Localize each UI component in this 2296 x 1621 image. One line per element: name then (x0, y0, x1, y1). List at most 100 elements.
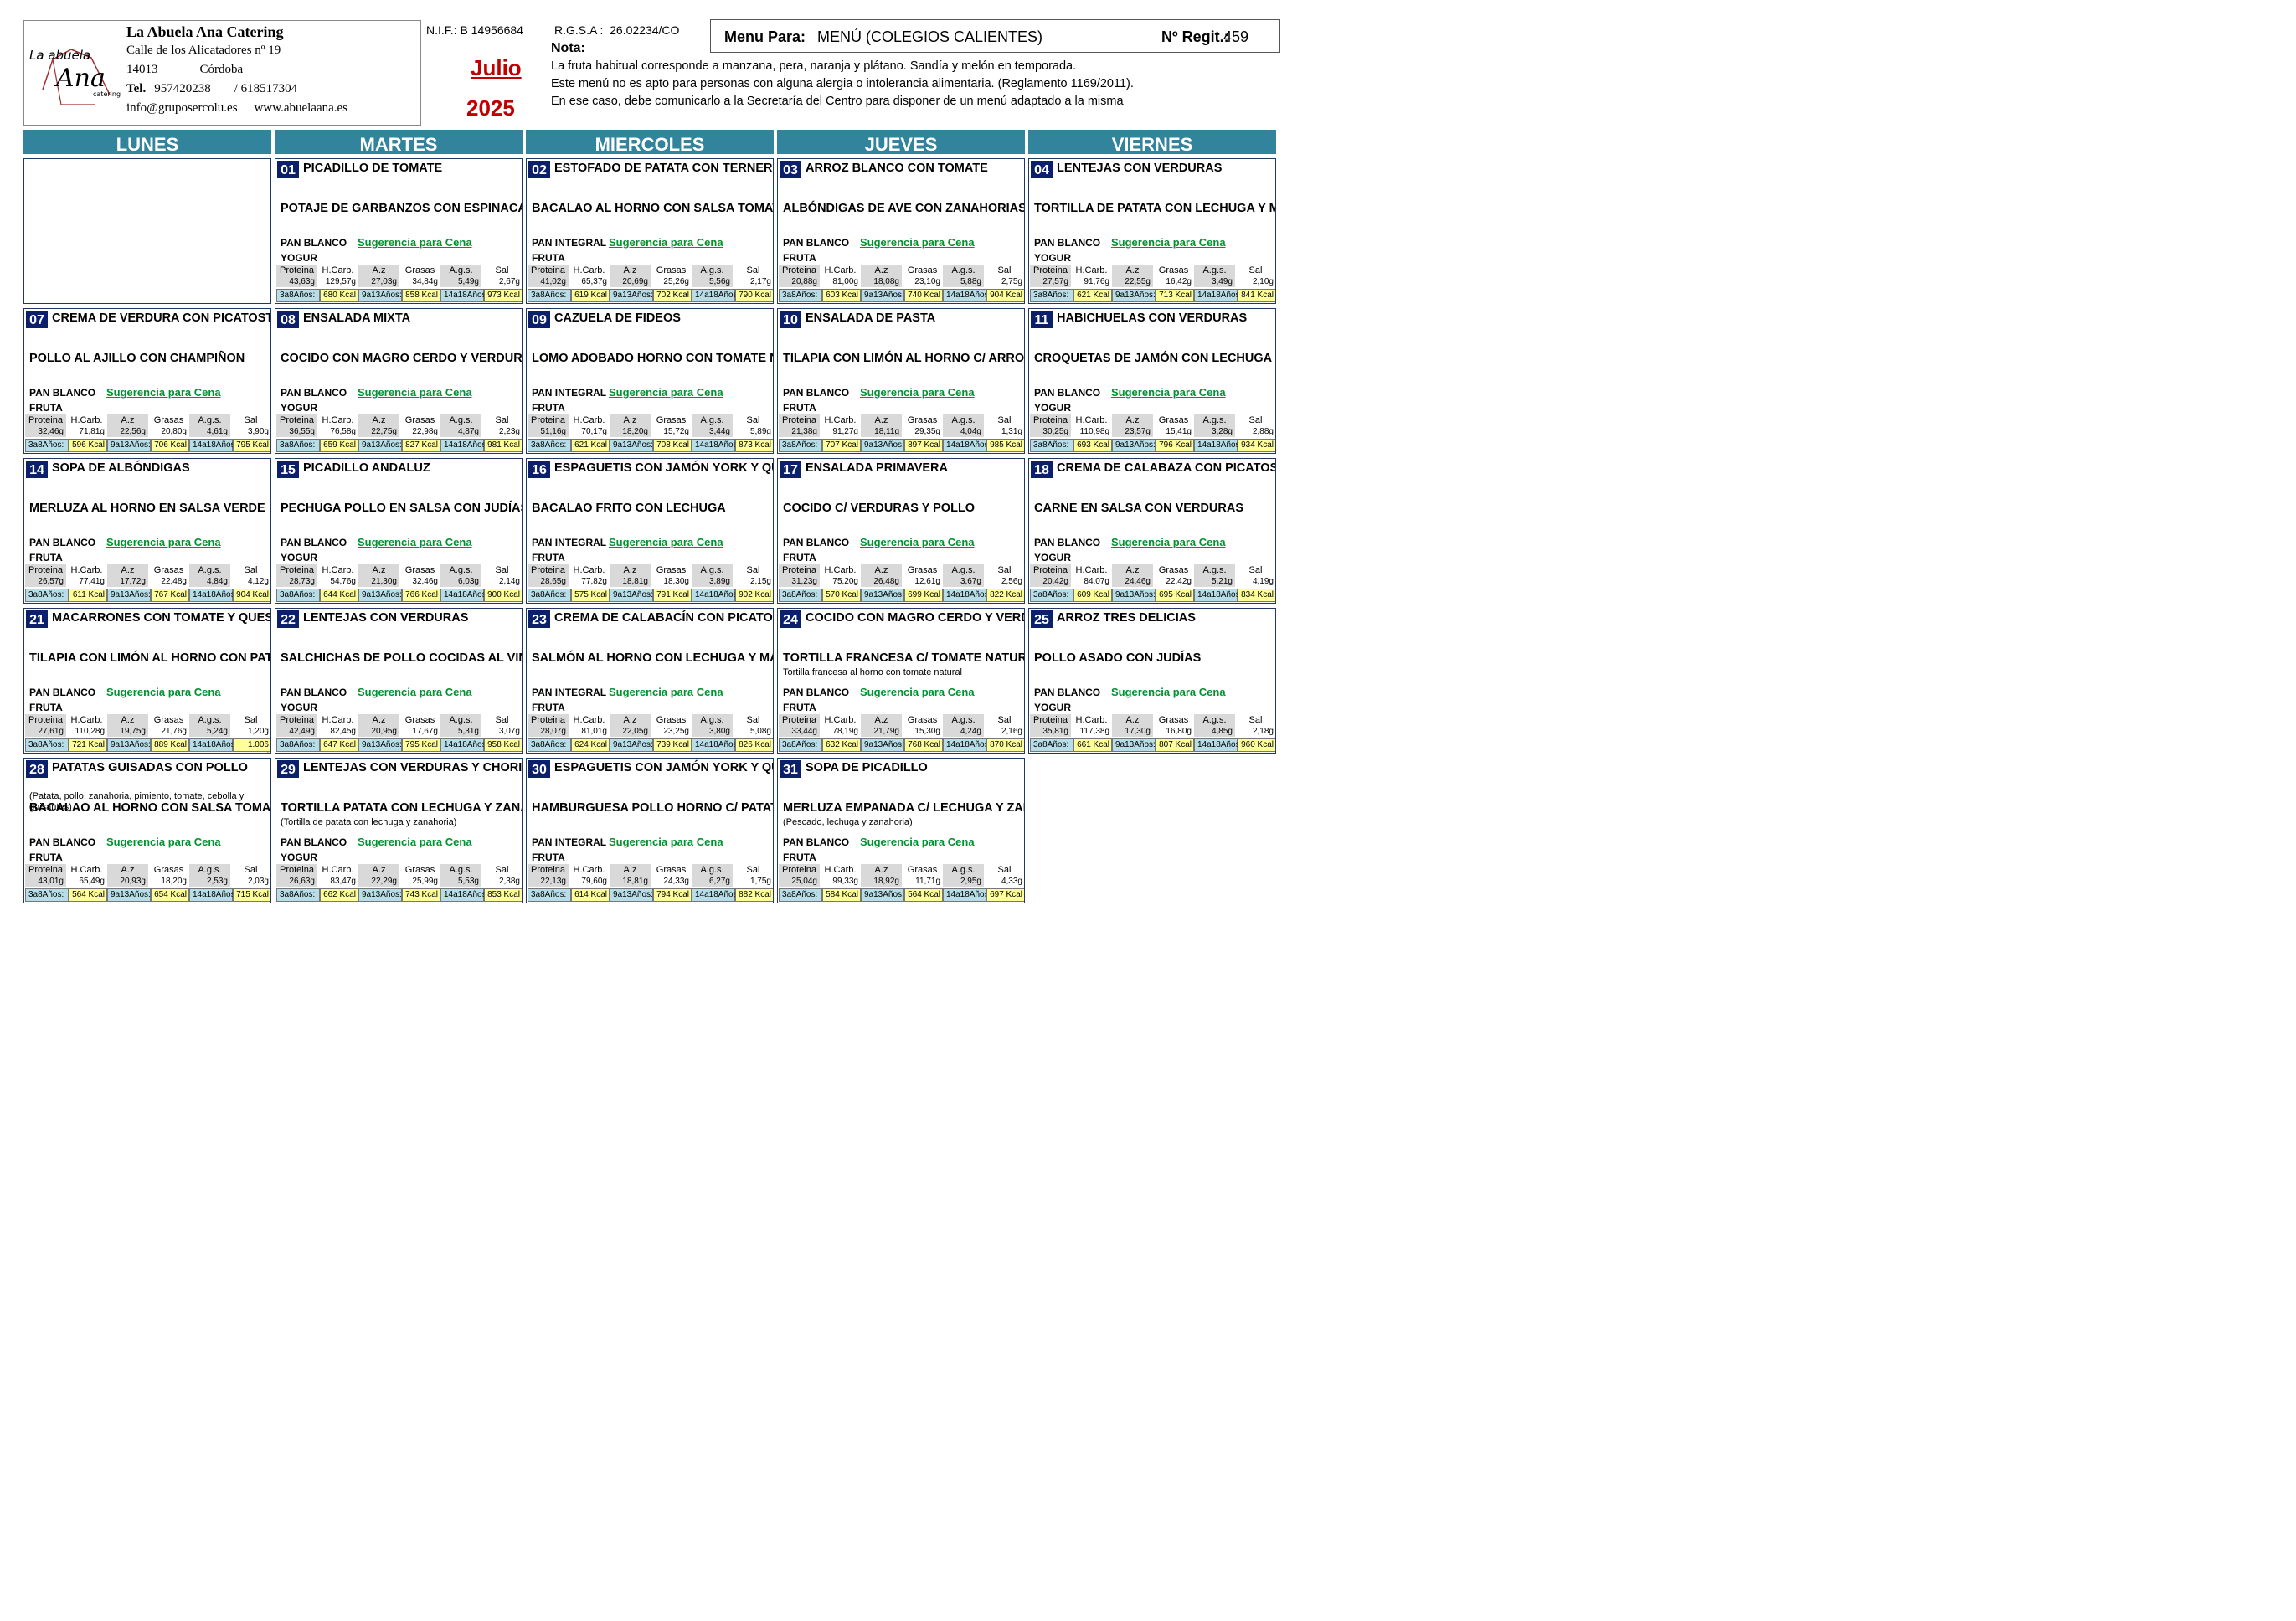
city: Córdoba (199, 63, 244, 76)
first-course: CREMA DE VERDURA CON PICATOSTES (52, 311, 271, 325)
nutrient-value: 20,95g (371, 727, 397, 736)
nutrient-header: H.Carb. (322, 865, 354, 875)
dinner-suggestion-link[interactable]: Sugerencia para Cena (609, 836, 723, 848)
kcal-value: 621 Kcal (1073, 289, 1112, 302)
dinner-suggestion-link[interactable]: Sugerencia para Cena (609, 236, 723, 249)
dinner-suggestion-link[interactable]: Sugerencia para Cena (609, 686, 723, 698)
nutrient-value: 6,03g (457, 577, 479, 586)
nutrient-value: 23,25g (663, 727, 689, 736)
kcal-age-label: 3a8Años: (779, 738, 822, 752)
nutrient-column: Grasas 15,41g (1153, 414, 1194, 437)
nutrient-column: Sal 4,33g (984, 864, 1024, 887)
nutrient-column: A.z 22,55g (1112, 265, 1153, 287)
nutrient-column: A.g.s. 3,28g (1194, 414, 1235, 437)
dinner-suggestion-link[interactable]: Sugerencia para Cena (106, 536, 221, 548)
tel-label: Tel. (126, 82, 147, 95)
nutrient-value: 18,11g (874, 427, 899, 436)
dinner-suggestion-link[interactable]: Sugerencia para Cena (860, 236, 975, 249)
nutrient-value: 5,56g (708, 277, 730, 286)
nutrient-column: Proteina 30,25g (1030, 414, 1071, 437)
nutrient-header: Sal (997, 265, 1012, 275)
nutrient-value: 18,81g (622, 877, 648, 886)
nutrient-column: H.Carb. 71,81g (66, 414, 107, 437)
nutrient-header: H.Carb. (1075, 415, 1108, 425)
nutrient-header: Proteina (1033, 415, 1068, 425)
nutrient-value: 26,48g (873, 577, 899, 586)
nutrient-column: A.z 18,81g (610, 864, 651, 887)
dinner-suggestion-link[interactable]: Sugerencia para Cena (860, 386, 975, 399)
dinner-suggestion-link[interactable]: Sugerencia para Cena (1111, 686, 1226, 698)
web-link[interactable]: www.abuelaana.es (255, 101, 347, 115)
nutrient-value: 4,61g (206, 427, 228, 436)
nutrient-value: 5,53g (457, 877, 479, 886)
dinner-suggestion-link[interactable]: Sugerencia para Cena (1111, 386, 1226, 399)
dessert: FRUTA (29, 702, 63, 713)
dessert: YOGUR (281, 702, 318, 713)
nutrient-value: 81,01g (581, 727, 607, 736)
bread-type: PAN BLANCO (783, 687, 850, 698)
nutrient-column: Grasas 21,76g (148, 714, 189, 737)
nutrient-value: 5,49g (457, 277, 479, 286)
second-course: BACALAO AL HORNO CON SALSA TOMATE (532, 202, 774, 215)
nutrient-column: Sal 1,20g (230, 714, 270, 737)
kcal-value: 706 Kcal (151, 439, 189, 452)
nutrient-column: A.g.s. 3,80g (692, 714, 733, 737)
kcal-age-label: 3a8Años: (779, 888, 822, 902)
dessert: YOGUR (1034, 252, 1072, 264)
nutrient-column: Proteina 43,01g (25, 864, 66, 887)
bread-type: PAN INTEGRAL (532, 537, 607, 548)
nota-line: La fruta habitual corresponde a manzana,… (551, 59, 1077, 73)
first-course: SOPA DE PICADILLO (806, 761, 928, 774)
dinner-suggestion-link[interactable]: Sugerencia para Cena (1111, 236, 1226, 249)
dinner-suggestion-link[interactable]: Sugerencia para Cena (609, 386, 723, 399)
kcal-age-label: 14a18Años: (189, 439, 237, 452)
kcal-age-label: 9a13Años: (358, 589, 402, 602)
nutrient-header: Grasas (404, 265, 435, 275)
day-cell: 28 PATATAS GUISADAS CON POLLO (Patata, pol… (23, 758, 271, 903)
bread-type: PAN BLANCO (29, 836, 96, 848)
nutrient-value: 28,73g (289, 577, 315, 586)
kcal-age-label: 9a13Años: (610, 888, 653, 902)
email-link[interactable]: info@gruposercolu.es (126, 101, 238, 115)
dinner-suggestion-link[interactable]: Sugerencia para Cena (860, 836, 975, 848)
day-number: 10 (780, 311, 801, 328)
dinner-suggestion-link[interactable]: Sugerencia para Cena (860, 686, 975, 698)
nutrient-column: A.g.s. 5,53g (440, 864, 481, 887)
kcal-value: 873 Kcal (735, 439, 773, 452)
nutrient-column: A.z 27,03g (358, 265, 399, 287)
nutrient-header: Sal (997, 565, 1012, 575)
dinner-suggestion-link[interactable]: Sugerencia para Cena (358, 836, 472, 848)
dinner-suggestion-link[interactable]: Sugerencia para Cena (358, 236, 472, 249)
kcal-row: 3a8Años: 570 Kcal 9a13Años: 699 Kcal 14a18Añ… (779, 589, 1024, 602)
kcal-age-label: 3a8Años: (25, 589, 69, 602)
nutrient-column: A.g.s. 5,24g (189, 714, 230, 737)
dinner-suggestion-link[interactable]: Sugerencia para Cena (860, 536, 975, 548)
kcal-value: 902 Kcal (735, 589, 773, 602)
bread-type: PAN INTEGRAL (532, 687, 607, 698)
day-number: 16 (528, 461, 550, 478)
nutrition-table: Proteina 27,61g H.Carb. 110,28g A.z 19,75g Gra… (25, 714, 270, 737)
nutrient-column: Grasas 15,30g (902, 714, 943, 737)
nutrient-value: 65,49g (79, 877, 105, 886)
nutrient-header: Proteina (782, 265, 816, 275)
kcal-age-label: 9a13Años: (1112, 439, 1156, 452)
dinner-suggestion-link[interactable]: Sugerencia para Cena (358, 686, 472, 698)
dinner-suggestion-link[interactable]: Sugerencia para Cena (106, 686, 221, 698)
kcal-age-label: 3a8Años: (528, 589, 571, 602)
dinner-suggestion-link[interactable]: Sugerencia para Cena (609, 536, 723, 548)
nutrient-column: Grasas 16,42g (1153, 265, 1194, 287)
nutrient-column: H.Carb. 91,76g (1071, 265, 1112, 287)
empty-day-cell (23, 158, 271, 304)
nutrient-header: A.z (874, 415, 888, 425)
dinner-suggestion-link[interactable]: Sugerencia para Cena (1111, 536, 1226, 548)
bread-type: PAN BLANCO (783, 237, 850, 249)
dinner-suggestion-link[interactable]: Sugerencia para Cena (358, 536, 472, 548)
second-course: ALBÓNDIGAS DE AVE CON ZANAHORIAS (783, 202, 1025, 215)
nutrient-column: Sal 4,19g (1235, 564, 1275, 587)
dinner-suggestion-link[interactable]: Sugerencia para Cena (358, 386, 472, 399)
nutrient-value: 29,35g (914, 427, 940, 436)
dinner-suggestion-link[interactable]: Sugerencia para Cena (106, 386, 221, 399)
dinner-suggestion-link[interactable]: Sugerencia para Cena (106, 836, 221, 848)
nutrition-table: Proteina 35,81g H.Carb. 117,38g A.z 17,30g Gra… (1030, 714, 1275, 737)
nutrient-header: Grasas (656, 415, 687, 425)
